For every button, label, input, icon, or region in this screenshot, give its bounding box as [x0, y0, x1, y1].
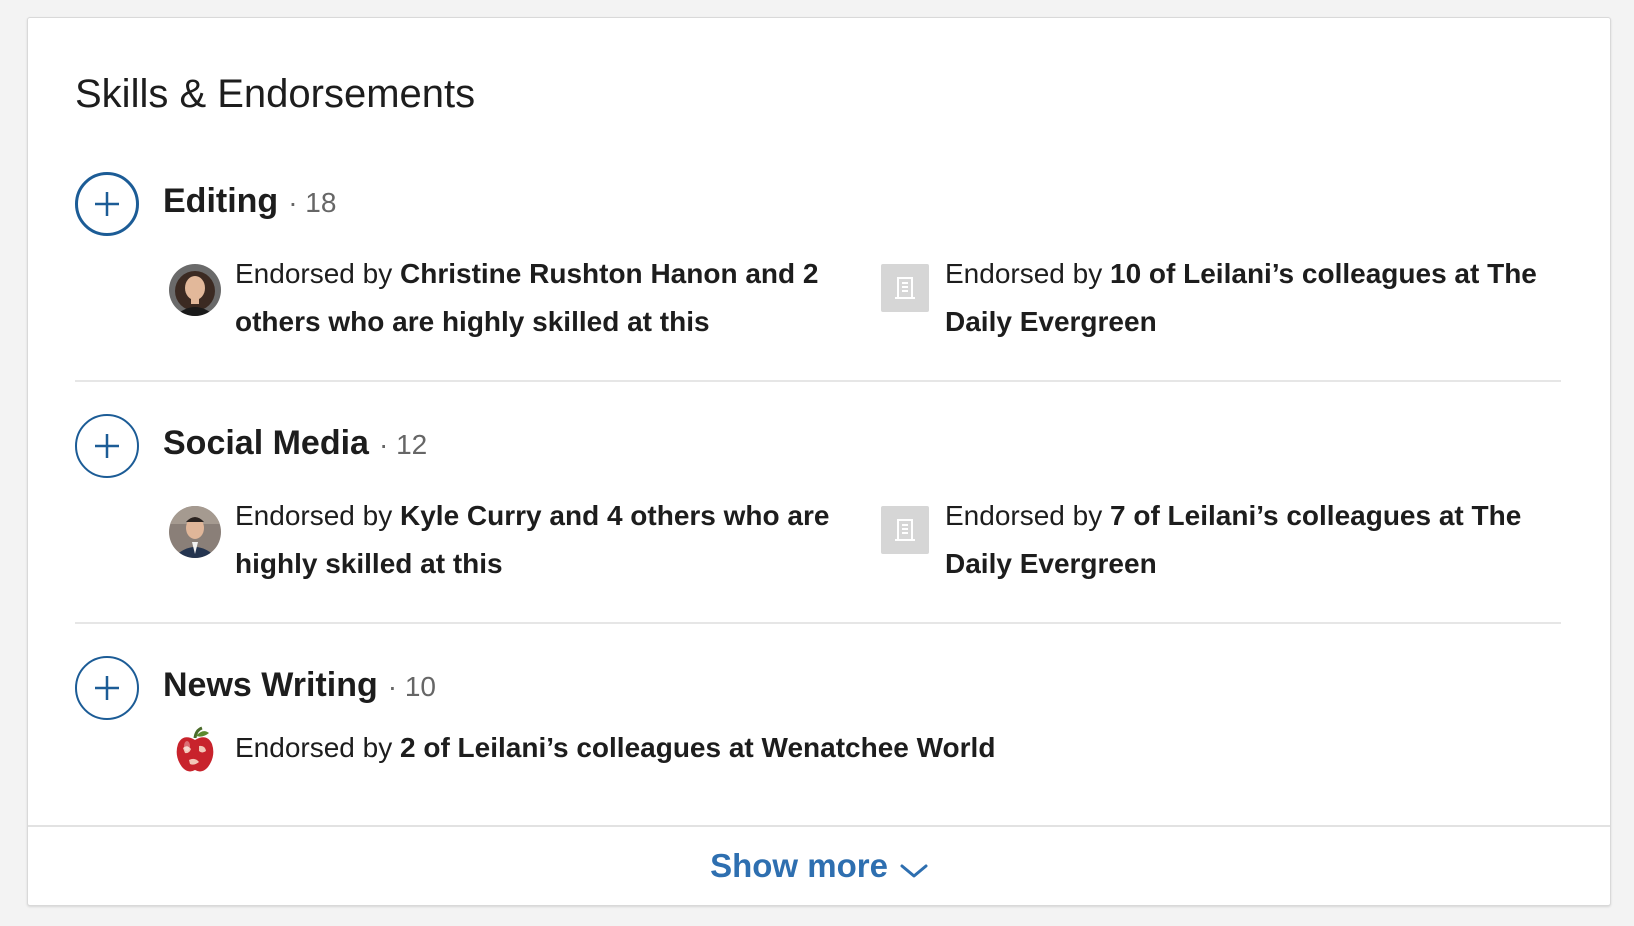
endorse-news-writing-button[interactable] — [75, 656, 139, 720]
skill-name[interactable]: News Writing — [163, 666, 378, 705]
company-building-icon — [881, 264, 929, 312]
endorsement-count: · 18 — [288, 187, 337, 218]
plus-icon — [95, 192, 119, 216]
endorsed-by-label: Endorsed by — [945, 500, 1103, 531]
card-footer: Show more — [28, 825, 1610, 905]
endorsement-highlight[interactable]: Endorsed by Kyle Curry and 4 others who … — [169, 492, 849, 588]
skill-item-editing: Editing · 18 Endorsed by Christine Rusht… — [75, 154, 1561, 382]
plus-icon — [95, 434, 119, 458]
chevron-down-icon — [900, 864, 928, 878]
colleagues-link[interactable]: 2 of Leilani’s colleagues at Wenatchee W… — [400, 732, 995, 763]
skills-endorsements-card: Skills & Endorsements Editing · 18 Endor… — [27, 17, 1611, 906]
endorsement-highlight[interactable]: Endorsed by 2 of Leilani’s colleagues at… — [169, 724, 1369, 776]
endorse-social-media-button[interactable] — [75, 414, 139, 478]
endorsement-count: · 12 — [378, 429, 428, 460]
divider — [75, 622, 1561, 624]
endorsement-count: · 10 — [387, 671, 436, 702]
endorsed-by-label: Endorsed by — [235, 732, 393, 763]
endorsed-by-label: Endorsed by — [945, 258, 1103, 289]
section-title: Skills & Endorsements — [75, 72, 476, 116]
person-avatar[interactable] — [169, 264, 221, 316]
skill-header: News Writing · 10 — [163, 666, 436, 705]
skill-name[interactable]: Editing — [163, 182, 278, 221]
skill-item-social-media: Social Media · 12 Endorsed by Kyle Curry… — [75, 396, 1561, 624]
endorsement-text: Endorsed by 7 of Leilani’s colleagues at… — [945, 492, 1559, 588]
endorsed-by-label: Endorsed by — [235, 258, 393, 289]
endorsement-highlight[interactable]: Endorsed by Christine Rushton Hanon and … — [169, 250, 849, 346]
company-building-icon — [881, 506, 929, 554]
endorse-editing-button[interactable] — [75, 172, 139, 236]
skill-item-news-writing: News Writing · 10 Endorsed by 2 of Leila… — [75, 638, 1561, 818]
skill-header: Editing · 18 — [163, 182, 336, 221]
divider — [75, 380, 1561, 382]
skill-header: Social Media · 12 — [163, 424, 427, 463]
endorsement-text: Endorsed by Christine Rushton Hanon and … — [235, 250, 849, 346]
show-more-label: Show more — [710, 847, 888, 884]
person-avatar[interactable] — [169, 506, 221, 558]
endorsement-highlight[interactable]: Endorsed by 7 of Leilani’s colleagues at… — [879, 492, 1559, 588]
apple-globe-logo — [169, 724, 221, 776]
endorsement-text: Endorsed by Kyle Curry and 4 others who … — [235, 492, 849, 588]
skill-name[interactable]: Social Media — [163, 424, 369, 463]
endorsement-text: Endorsed by 2 of Leilani’s colleagues at… — [235, 724, 995, 772]
endorsed-by-label: Endorsed by — [235, 500, 393, 531]
show-more-button[interactable]: Show more — [710, 847, 928, 885]
endorsement-highlight[interactable]: Endorsed by 10 of Leilani’s colleagues a… — [879, 250, 1559, 346]
endorsement-text: Endorsed by 10 of Leilani’s colleagues a… — [945, 250, 1559, 346]
plus-icon — [95, 676, 119, 700]
